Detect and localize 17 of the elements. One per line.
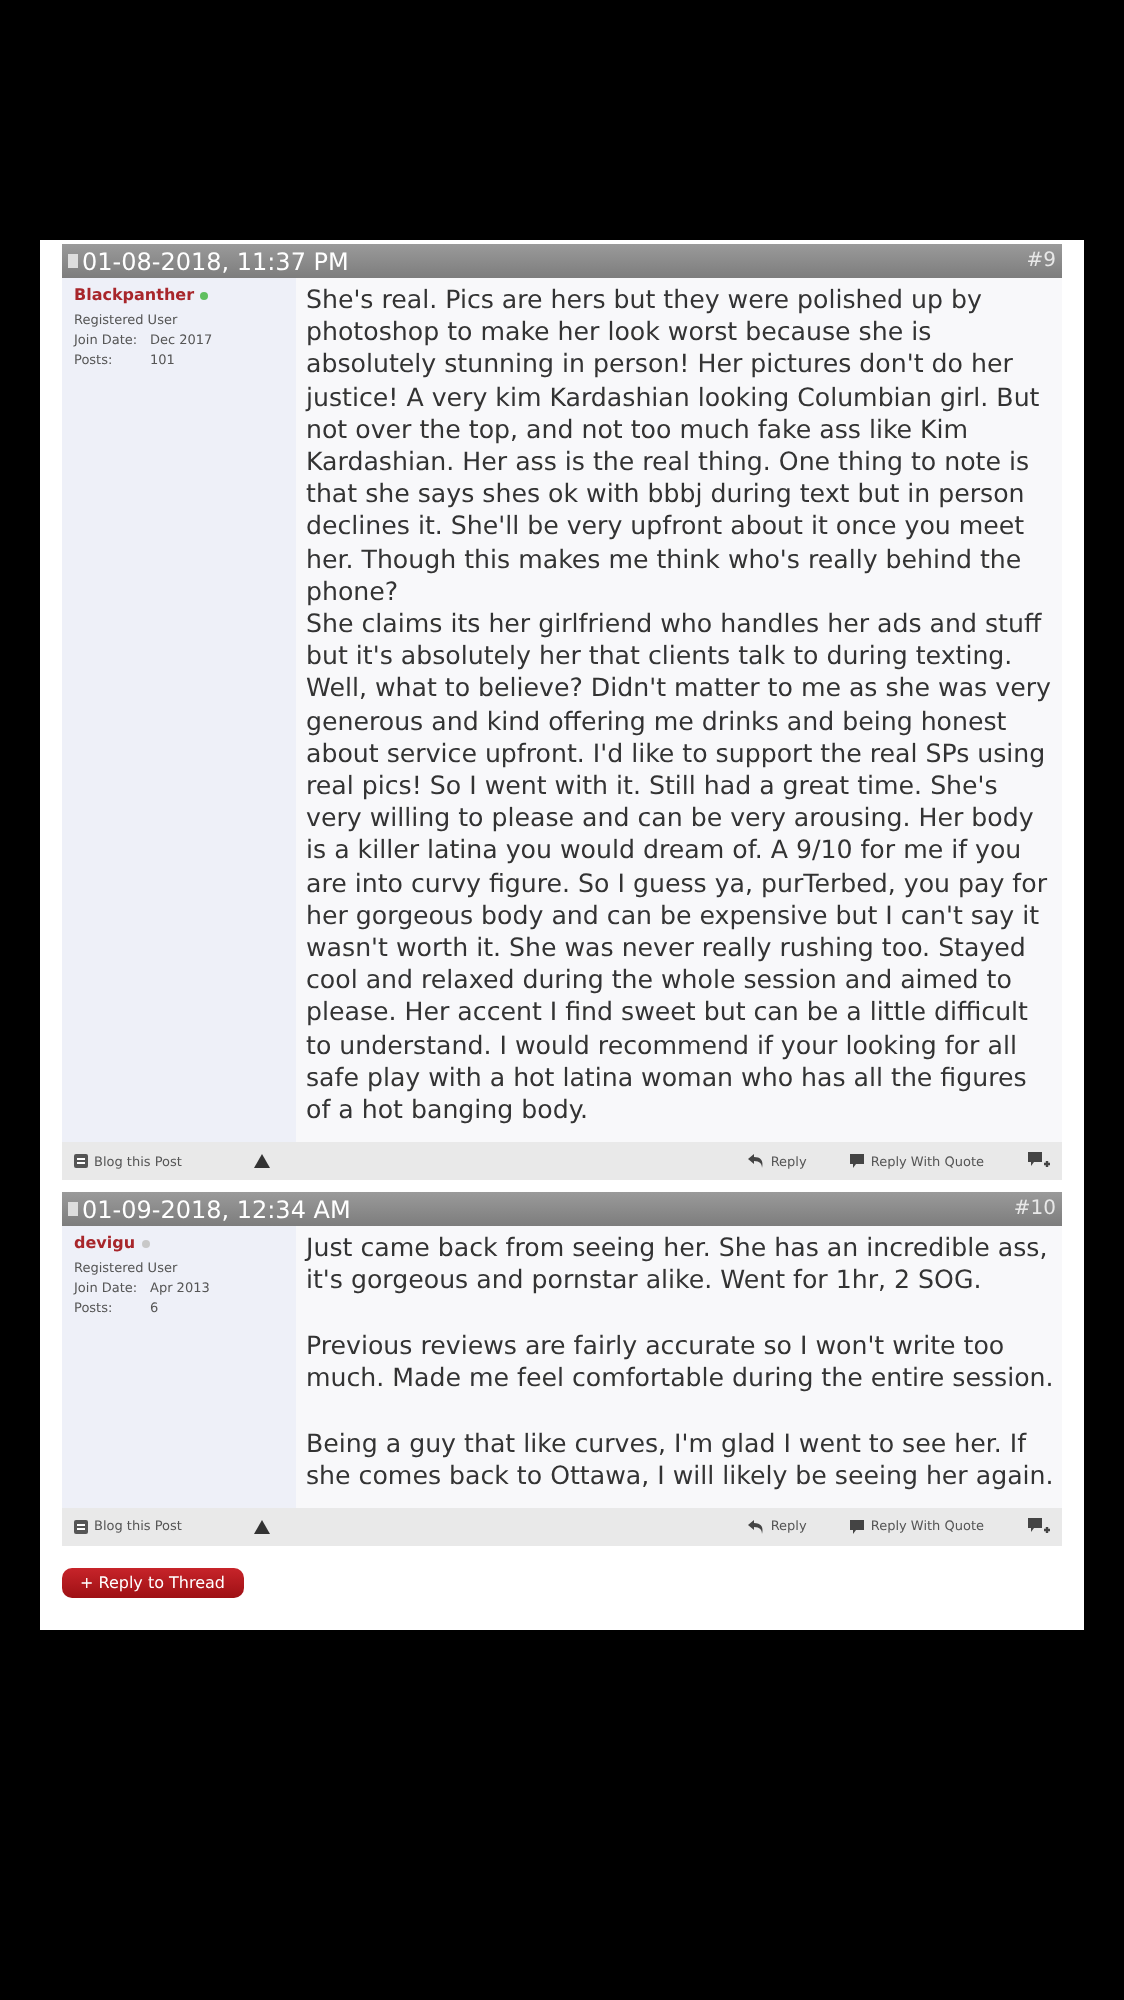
reply-icon	[748, 1154, 765, 1169]
post-body: She's real. Pics are hers but they were polished up by photoshop to make her look worst because she is absolutely stunning in person! Her pictures don't do her justice! A very kim Kardashian looking Columbian girl. But not over the top, and not too much fake ass like Kim Kardashian. Her ass is the real thing. One thing to note is that she says shes ok with bbbj during text but in person declines it. She'll be very upfront about it once you meet her. Though this makes me think who's really behind the phone? She claims its her girlfriend who handles her ads and stuff but it's absolutely her that clients talk to during texting. Well, what to believe? Didn't matter to me as she was very generous and kind offering me drinks and being honest about service upfront. I'd like to support the real SPs using real pics! So I went with it. Still had a great time. She's very willing to please and can be very arousing. Her body is a killer latina you would dream of. A 9/10 for me if you are into curvy figure. So I guess ya, purTerbed, you pay for her gorgeous body and can be expensive but I can't say it wasn't worth it. She was never really rushing too. Stayed cool and relaxed during the whole session and aimed to please. Her accent I find sweet but can be a little difficult to understand. I would recommend if your looking for all safe play with a hot latina woman who has all the figures of a hot banging body.	[296, 278, 1062, 1143]
username[interactable]: devigu	[74, 1234, 136, 1253]
blog-icon	[74, 1154, 88, 1169]
warning-icon[interactable]	[253, 1519, 270, 1534]
post-date: 01-08-2018, 11:37 PM	[68, 247, 349, 275]
speech-bubble-icon	[850, 1154, 865, 1169]
reply-icon	[748, 1519, 765, 1534]
multi-quote-icon[interactable]	[1028, 1152, 1050, 1171]
warning-icon[interactable]	[253, 1154, 270, 1169]
reply-to-thread-button[interactable]: + Reply to Thread	[62, 1567, 243, 1598]
multi-quote-icon[interactable]	[1028, 1517, 1050, 1536]
speech-bubble-icon	[850, 1519, 865, 1534]
post-body: Just came back from seeing her. She has an incredible ass, it's gorgeous and pornstar alike. Went for 1hr, 2 SOG. Previous reviews are fairly accurate so I won't write too much. Made me feel comfortable during the entire session. Being a guy that like curves, I'm glad I went to see her. If she comes back to Ottawa, I will likely be seeing her again.	[296, 1226, 1062, 1508]
username[interactable]: Blackpanther	[74, 286, 195, 304]
blog-icon	[74, 1519, 88, 1534]
post-date: 01-09-2018, 12:34 AM	[68, 1195, 351, 1224]
